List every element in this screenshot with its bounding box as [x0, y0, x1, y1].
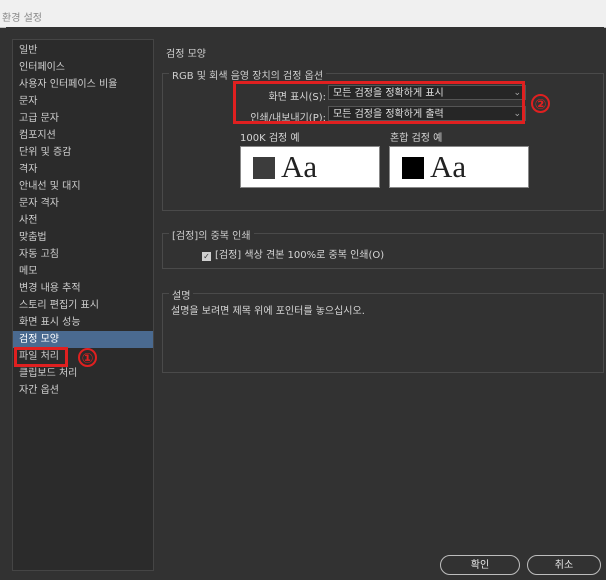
annotation-box-1	[14, 347, 68, 367]
sidebar-item-appearance-of-black[interactable]: 검정 모양	[13, 331, 153, 348]
overprint-checkbox[interactable]: ✓	[202, 252, 211, 261]
sidebar-item-units-increments[interactable]: 단위 및 증감	[13, 144, 153, 161]
sidebar-item-autocorrect[interactable]: 자동 고침	[13, 246, 153, 263]
sidebar-item-dictionary[interactable]: 사전	[13, 212, 153, 229]
cancel-button[interactable]: 취소	[527, 555, 601, 575]
page-title: 검정 모양	[166, 49, 206, 60]
rich-black-swatch	[402, 157, 424, 179]
annotation-number-1: ①	[78, 348, 97, 367]
k100-black-preview: Aa	[240, 146, 380, 188]
sidebar-item-ui-scaling[interactable]: 사용자 인터페이스 비율	[13, 76, 153, 93]
description-group-legend: 설명	[169, 287, 194, 302]
sidebar-item-kerning-options[interactable]: 자간 옵션	[13, 382, 153, 399]
sidebar-item-display-performance[interactable]: 화면 표시 성능	[13, 314, 153, 331]
sidebar-item-interface[interactable]: 인터페이스	[13, 59, 153, 76]
overprint-checkbox-label: [검정] 색상 견본 100%로 중복 인쇄(O)	[215, 250, 385, 261]
sidebar-item-track-changes[interactable]: 변경 내용 추적	[13, 280, 153, 297]
window-titlebar: 환경 설정	[0, 0, 606, 28]
k100-example-label: 100K 검정 예	[240, 133, 300, 144]
sidebar-item-clipboard-handling[interactable]: 클립보드 처리	[13, 365, 153, 382]
overprint-group: [검정]의 중복 인쇄 ✓ [검정] 색상 견본 100%로 중복 인쇄(O)	[162, 227, 604, 269]
preferences-sidebar: 일반 인터페이스 사용자 인터페이스 비율 문자 고급 문자 컴포지션 단위 및…	[12, 39, 154, 571]
ok-button[interactable]: 확인	[440, 555, 520, 575]
rich-preview-text: Aa	[430, 149, 467, 184]
sidebar-item-notes[interactable]: 메모	[13, 263, 153, 280]
rich-black-example-label: 혼합 검정 예	[390, 133, 443, 144]
annotation-number-2: ②	[531, 94, 550, 113]
sidebar-item-spelling[interactable]: 맞춤법	[13, 229, 153, 246]
sidebar-item-advanced-type[interactable]: 고급 문자	[13, 110, 153, 127]
sidebar-item-guides-pasteboard[interactable]: 안내선 및 대지	[13, 178, 153, 195]
sidebar-item-composition[interactable]: 컴포지션	[13, 127, 153, 144]
sidebar-item-type[interactable]: 문자	[13, 93, 153, 110]
k100-preview-text: Aa	[281, 149, 318, 184]
sidebar-item-grids[interactable]: 격자	[13, 161, 153, 178]
annotation-box-2	[233, 81, 525, 124]
overprint-checkbox-row[interactable]: ✓ [검정] 색상 견본 100%로 중복 인쇄(O)	[202, 246, 384, 261]
sidebar-item-frame-grid[interactable]: 문자 격자	[13, 195, 153, 212]
sidebar-item-story-editor[interactable]: 스토리 편집기 표시	[13, 297, 153, 314]
description-group: 설명 설명을 보려면 제목 위에 포인터를 놓으십시오.	[162, 287, 604, 373]
overprint-group-legend: [검정]의 중복 인쇄	[169, 227, 254, 242]
k100-swatch	[253, 157, 275, 179]
rich-black-preview: Aa	[389, 146, 529, 188]
rgb-group-legend: RGB 및 회색 음영 장치의 검정 옵션	[169, 67, 327, 82]
description-text: 설명을 보려면 제목 위에 포인터를 놓으십시오.	[171, 306, 365, 317]
sidebar-item-general[interactable]: 일반	[13, 42, 153, 59]
window-title: 환경 설정	[2, 13, 42, 24]
